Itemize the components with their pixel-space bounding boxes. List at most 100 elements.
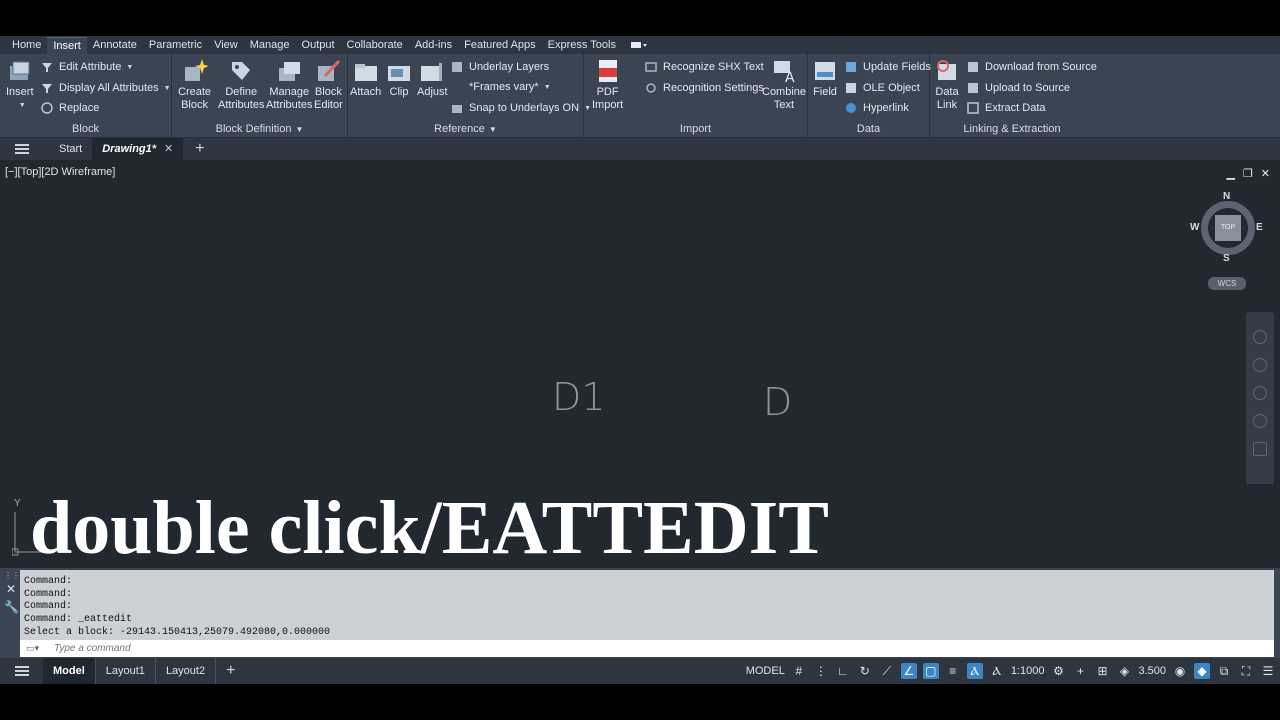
workspace-gear-icon[interactable]: ⚙ — [1050, 663, 1066, 679]
panel-block-definition-title[interactable]: Block Definition ▼ — [172, 122, 347, 136]
tab-add-ins[interactable]: Add-ins — [409, 37, 458, 54]
tab-collaborate[interactable]: Collaborate — [341, 37, 409, 54]
tab-layout1[interactable]: Layout1 — [96, 658, 156, 684]
minimize-icon[interactable]: ▁ — [1226, 167, 1234, 180]
auto-scale-icon[interactable]: Ⲁ — [989, 663, 1005, 679]
tab-featured-apps[interactable]: Featured Apps — [458, 37, 542, 54]
tab-parametric[interactable]: Parametric — [143, 37, 208, 54]
customization-menu-icon[interactable]: ☰ — [1260, 663, 1276, 679]
showmotion-icon[interactable] — [1253, 442, 1267, 456]
lineweight-icon[interactable]: ≡ — [945, 663, 961, 679]
viewcube-top-face[interactable]: TOP — [1215, 215, 1241, 241]
adjust-button[interactable]: Adjust — [417, 58, 448, 99]
combine-text-button[interactable]: A Combine Text — [762, 58, 806, 112]
frames-vary-dropdown[interactable]: *Frames vary* ▼ — [450, 78, 551, 96]
clean-screen-icon[interactable]: ⧉ — [1216, 663, 1232, 679]
download-from-source-button[interactable]: Download from Source — [966, 58, 1097, 76]
tab-output[interactable]: Output — [296, 37, 341, 54]
update-fields-button[interactable]: Update Fields — [844, 58, 931, 76]
manage-attributes-button[interactable]: Manage Attributes — [266, 58, 312, 112]
orbit-icon[interactable] — [1253, 414, 1267, 428]
new-tab-icon[interactable]: + — [195, 140, 204, 158]
grid-icon[interactable]: # — [791, 663, 807, 679]
upload-to-source-button[interactable]: Upload to Source — [966, 79, 1070, 97]
tab-manage[interactable]: Manage — [244, 37, 296, 54]
annotation-visibility-icon[interactable]: Ⲁ — [966, 663, 983, 679]
tab-model[interactable]: Model — [43, 658, 96, 684]
edit-attribute-button[interactable]: Edit Attribute ▼ — [40, 58, 133, 76]
compass-east[interactable]: E — [1256, 222, 1263, 233]
recent-commands-icon[interactable]: ▭▾ — [26, 643, 50, 654]
viewcube[interactable]: TOP N S E W — [1190, 191, 1263, 264]
block-attribute-d[interactable]: D — [763, 380, 792, 424]
steering-wheel-icon[interactable] — [1253, 330, 1267, 344]
compass-north[interactable]: N — [1223, 191, 1230, 202]
polar-tracking-icon[interactable]: ↻ — [857, 663, 873, 679]
command-input[interactable] — [54, 643, 554, 654]
data-link-button[interactable]: Data Link — [934, 58, 960, 112]
attach-button[interactable]: Attach — [350, 58, 381, 99]
tab-start[interactable]: Start — [49, 138, 92, 160]
block-attribute-d1[interactable]: D1 — [552, 375, 605, 419]
pan-icon[interactable] — [1253, 358, 1267, 372]
isolate-objects-icon[interactable]: ◉ — [1172, 663, 1188, 679]
field-button[interactable]: Field — [812, 58, 838, 99]
units-icon[interactable]: ⊞ — [1094, 663, 1110, 679]
recognize-shx-button[interactable]: Recognize SHX Text — [644, 58, 764, 76]
ole-object-button[interactable]: OLE Object — [844, 79, 920, 97]
navigation-bar[interactable] — [1246, 312, 1274, 484]
tab-annotate[interactable]: Annotate — [87, 37, 143, 54]
app-menu-icon[interactable] — [15, 144, 29, 154]
customize-wrench-icon[interactable]: 🔧 — [4, 600, 19, 614]
data-link-label-2: Link — [936, 99, 958, 111]
compass-west[interactable]: W — [1190, 222, 1199, 233]
ribbon-minimize-icon[interactable] — [630, 40, 650, 50]
display-all-attributes-button[interactable]: Display All Attributes ▼ — [40, 79, 171, 97]
tab-home[interactable]: Home — [6, 37, 47, 54]
clip-button[interactable]: Clip — [386, 58, 412, 99]
block-editor-button[interactable]: Block Editor — [314, 58, 343, 112]
pdf-import-button[interactable]: PDF Import — [592, 58, 623, 112]
snap-mode-icon[interactable]: ⋮ — [813, 663, 829, 679]
ortho-icon[interactable]: ∟ — [835, 663, 851, 679]
command-line-handle[interactable]: ⋮⋮ ✕ 🔧 — [4, 572, 20, 632]
quick-properties-icon[interactable]: ◈ — [1116, 663, 1132, 679]
tab-insert[interactable]: Insert — [47, 36, 87, 54]
define-attributes-button[interactable]: Define Attributes — [218, 58, 264, 112]
panel-reference-title[interactable]: Reference ▼ — [348, 122, 583, 136]
tab-drawing1[interactable]: Drawing1* ✕ — [92, 138, 184, 160]
close-icon[interactable]: ✕ — [1261, 167, 1270, 180]
tab-layout2[interactable]: Layout2 — [156, 658, 217, 684]
close-command-line-icon[interactable]: ✕ — [4, 582, 18, 596]
wcs-menu[interactable]: WCS — [1208, 277, 1246, 290]
close-tab-icon[interactable]: ✕ — [164, 143, 173, 155]
restore-icon[interactable]: ❐ — [1243, 167, 1253, 180]
recognition-settings-button[interactable]: Recognition Settings — [644, 79, 764, 97]
insert-button[interactable]: Insert ▼ — [6, 58, 34, 112]
replace-button[interactable]: Replace — [40, 99, 99, 117]
isometric-icon[interactable]: ⟋ — [879, 663, 895, 679]
viewport-controls-label[interactable]: [−][Top][2D Wireframe] — [5, 166, 115, 178]
annotation-monitor-icon[interactable]: + — [1072, 663, 1088, 679]
underlay-layers-button[interactable]: Underlay Layers — [450, 58, 549, 76]
compass-south[interactable]: S — [1223, 253, 1230, 264]
model-space-toggle[interactable]: MODEL — [746, 665, 785, 677]
hardware-acceleration-icon[interactable]: ◆ — [1194, 663, 1210, 679]
drawing-viewport[interactable]: [−][Top][2D Wireframe] ▁ ❐ ✕ TOP N S E W… — [0, 160, 1280, 570]
annotation-scale[interactable]: 1:1000 — [1011, 665, 1045, 677]
grip-icon[interactable]: ⋮⋮ — [4, 572, 20, 580]
snap-to-underlays-button[interactable]: Snap to Underlays ON ▼ — [450, 99, 591, 117]
hyperlink-button[interactable]: Hyperlink — [844, 99, 909, 117]
create-block-button[interactable]: Create Block — [178, 58, 211, 112]
fullscreen-icon[interactable]: ⛶ — [1238, 663, 1254, 679]
lineweight-value[interactable]: 3.500 — [1138, 665, 1166, 677]
extract-data-button[interactable]: Extract Data — [966, 99, 1046, 117]
object-snap-icon[interactable]: ▢ — [922, 663, 939, 679]
object-snap-tracking-icon[interactable]: ∠ — [900, 663, 917, 679]
display-attributes-dropdown-icon: ▼ — [163, 84, 171, 92]
layout-menu-icon[interactable] — [15, 666, 29, 676]
tab-express-tools[interactable]: Express Tools — [542, 37, 622, 54]
zoom-icon[interactable] — [1253, 386, 1267, 400]
tab-view[interactable]: View — [208, 37, 244, 54]
add-layout-icon[interactable]: + — [226, 662, 235, 680]
